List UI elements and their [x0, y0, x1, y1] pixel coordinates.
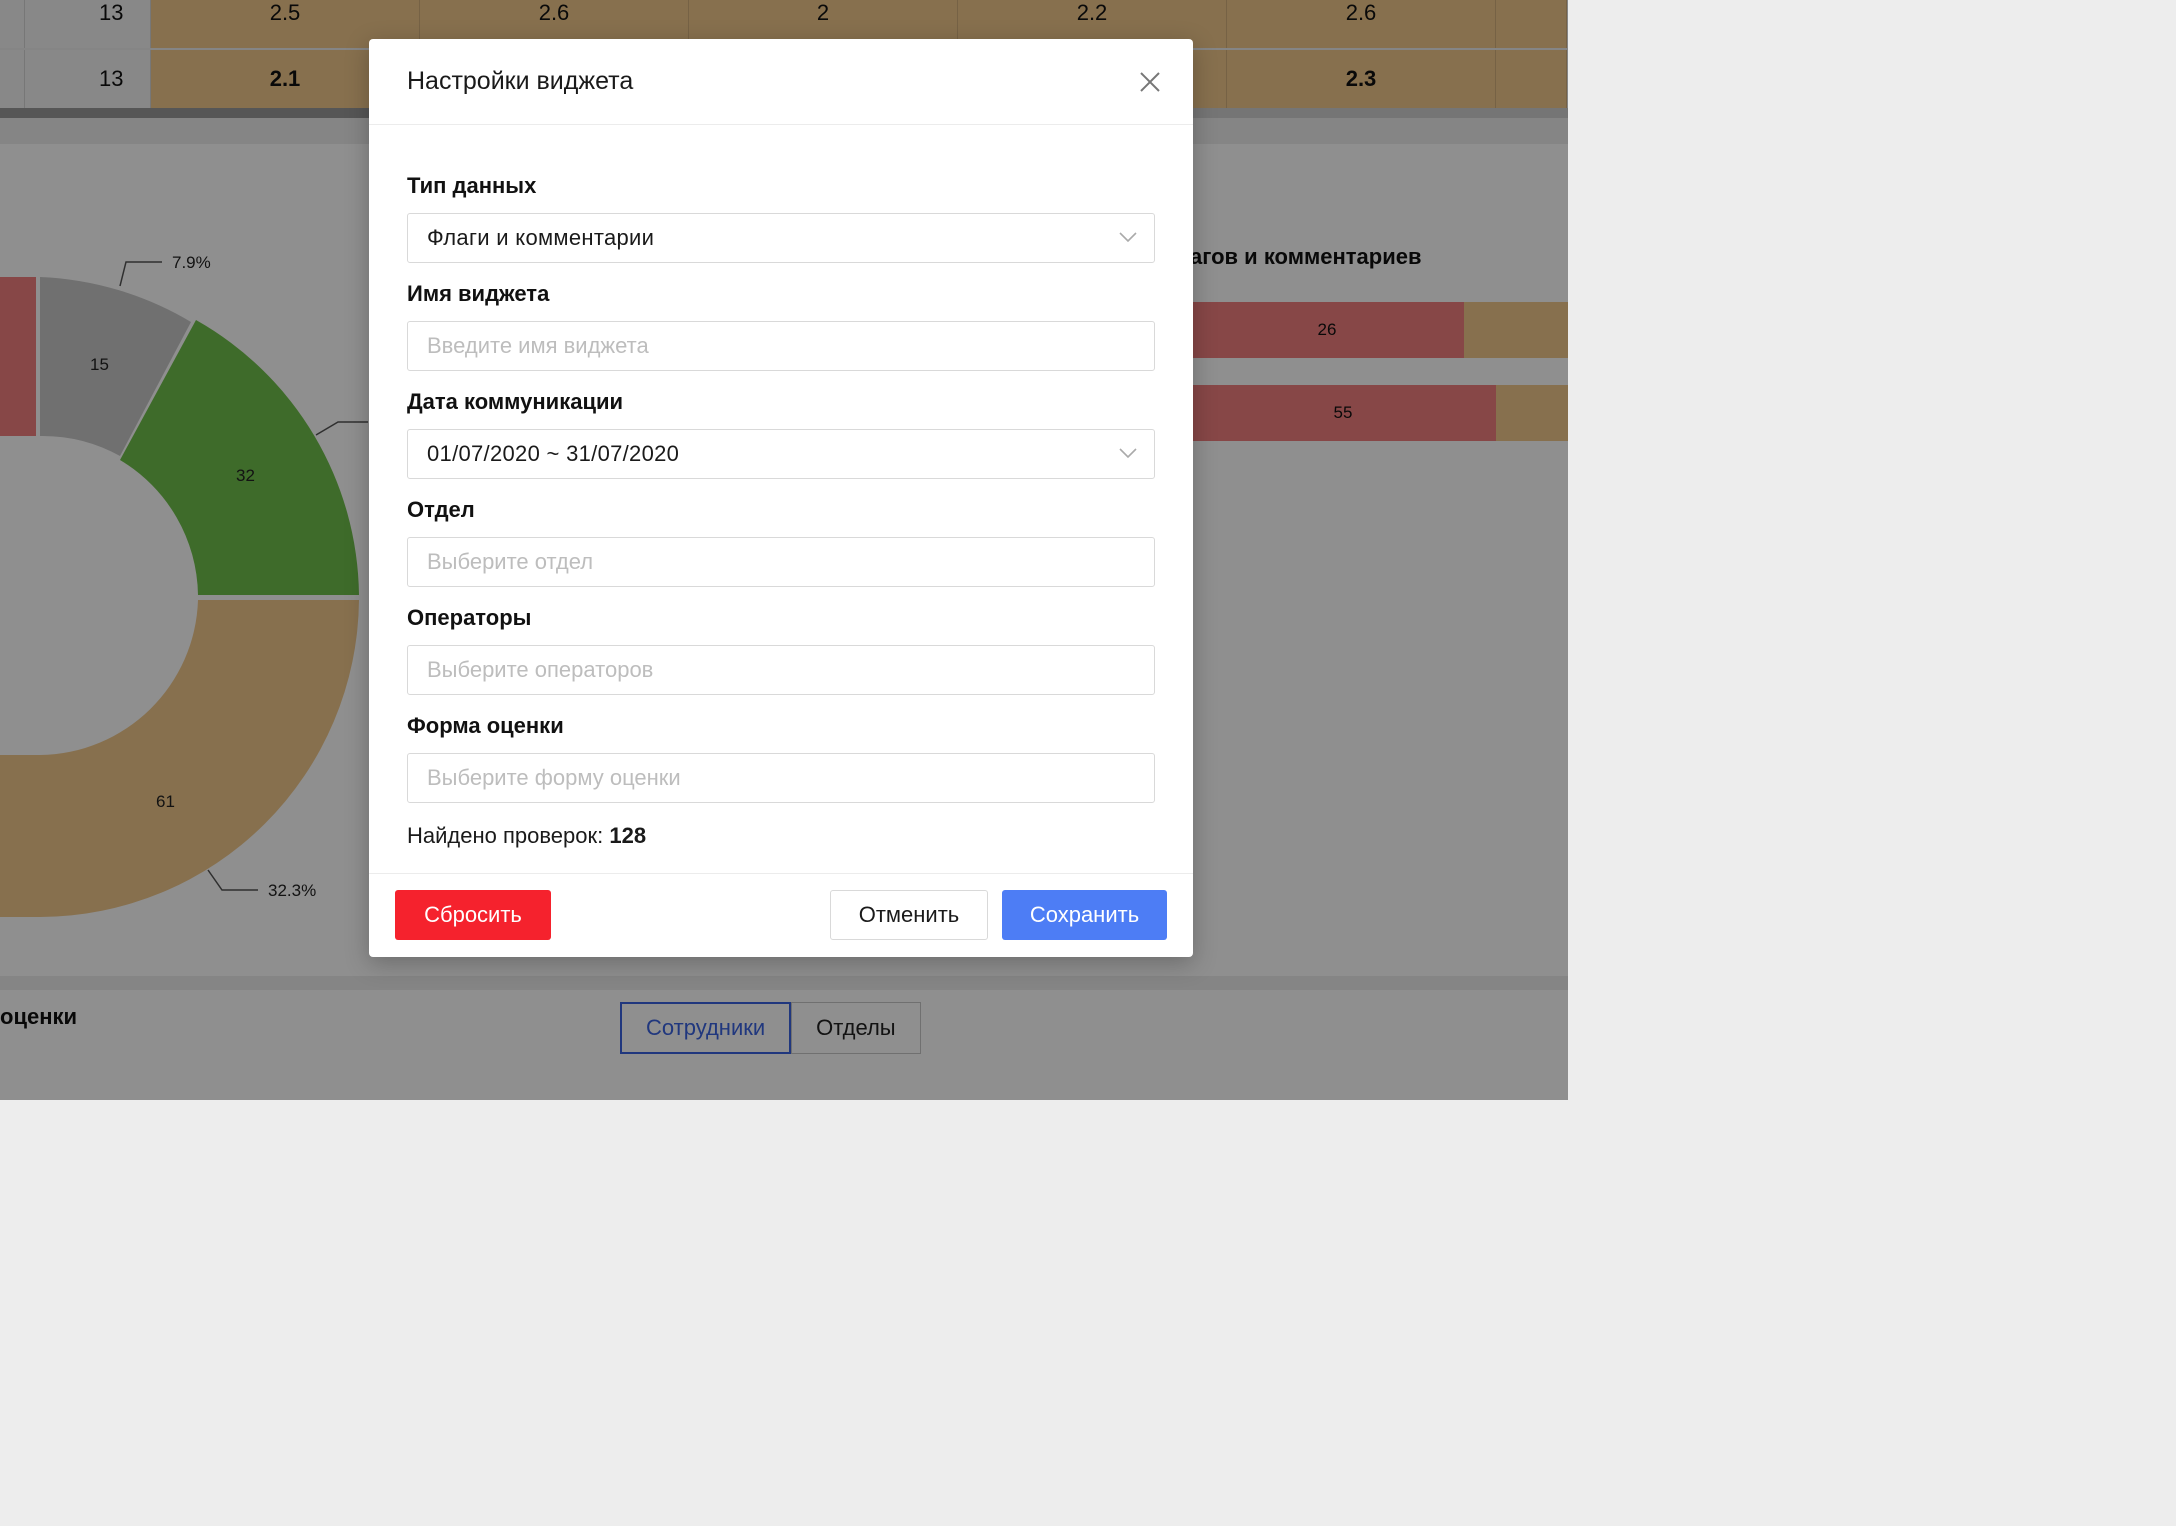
- widget-name-placeholder: Введите имя виджета: [427, 333, 649, 358]
- comm-date-value: 01/07/2020 ~ 31/07/2020: [427, 441, 680, 466]
- cancel-button[interactable]: Отменить: [830, 890, 988, 940]
- widget-name-label: Имя виджета: [407, 281, 550, 306]
- close-button[interactable]: [1133, 65, 1167, 99]
- checks-found: Найдено проверок: 128: [407, 823, 1155, 849]
- reset-button[interactable]: Сбросить: [395, 890, 551, 940]
- comm-date-picker[interactable]: 01/07/2020 ~ 31/07/2020: [407, 429, 1155, 479]
- chevron-down-icon: [1119, 232, 1137, 243]
- data-type-select[interactable]: Флаги и комментарии: [407, 213, 1155, 263]
- chevron-down-icon: [1119, 448, 1137, 459]
- save-button[interactable]: Сохранить: [1002, 890, 1167, 940]
- operators-label: Операторы: [407, 605, 532, 630]
- operators-select[interactable]: Выберите операторов: [407, 645, 1155, 695]
- comm-date-label: Дата коммуникации: [407, 389, 624, 414]
- operators-placeholder: Выберите операторов: [427, 657, 654, 682]
- modal-body: Тип данных Флаги и комментарии Имя видже…: [407, 125, 1155, 849]
- checks-found-label: Найдено проверок:: [407, 823, 604, 848]
- widget-name-input[interactable]: Введите имя виджета: [407, 321, 1155, 371]
- eval-form-label: Форма оценки: [407, 713, 564, 738]
- department-label: Отдел: [407, 497, 475, 522]
- data-type-value: Флаги и комментарии: [427, 225, 655, 250]
- department-placeholder: Выберите отдел: [427, 549, 594, 574]
- eval-form-select[interactable]: Выберите форму оценки: [407, 753, 1155, 803]
- modal-title: Настройки виджета: [407, 67, 634, 95]
- modal-header: Настройки виджета: [369, 39, 1193, 125]
- department-select[interactable]: Выберите отдел: [407, 537, 1155, 587]
- data-type-label: Тип данных: [407, 173, 537, 198]
- widget-settings-modal: Настройки виджета Тип данных Флаги и ком…: [369, 39, 1193, 957]
- eval-form-placeholder: Выберите форму оценки: [427, 765, 681, 790]
- checks-found-count: 128: [609, 823, 647, 848]
- modal-footer: Сбросить Отменить Сохранить: [369, 873, 1193, 957]
- close-icon: [1140, 72, 1160, 92]
